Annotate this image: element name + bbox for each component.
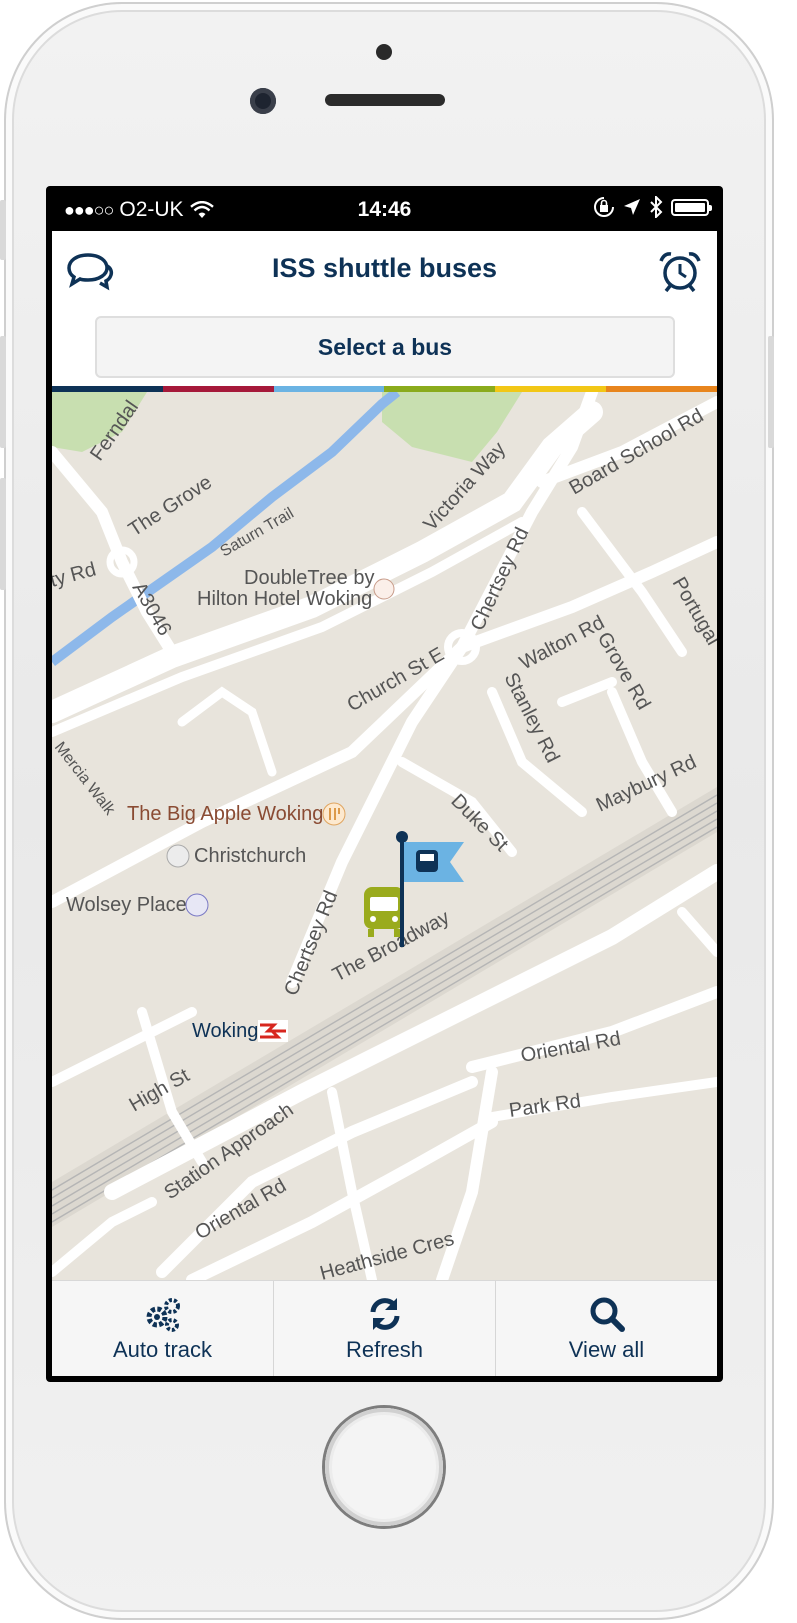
rotation-lock-icon <box>594 197 614 217</box>
map-view[interactable]: Ferndal The Grove Saturn Trail Victoria … <box>52 392 717 1280</box>
refresh-button[interactable]: Refresh <box>274 1281 496 1376</box>
auto-track-button[interactable]: Auto track <box>52 1281 274 1376</box>
view-all-button[interactable]: View all <box>496 1281 717 1376</box>
map-label: Hilton Hotel Woking <box>197 588 372 610</box>
gears-icon <box>146 1298 180 1332</box>
map-label: The Big Apple Woking <box>127 803 323 825</box>
refresh-icon <box>370 1298 399 1330</box>
refresh-label: Refresh <box>345 1337 424 1362</box>
page-title: ISS shuttle buses <box>271 253 498 283</box>
map-label: Christchurch <box>194 845 306 867</box>
bluetooth-icon <box>650 196 663 218</box>
app-screen: ISS shuttle buses Select a bus Ferndal T… <box>52 231 717 1376</box>
train-station-icon <box>258 1020 288 1042</box>
screen: ●●●○○ O2-UK 14:46 ISS shuttle buses Sele… <box>46 186 723 1382</box>
hotel-icon <box>373 578 395 600</box>
auto-track-label: Auto track <box>112 1337 213 1362</box>
map-canvas[interactable]: Ferndal The Grove Saturn Trail Victoria … <box>52 392 717 1280</box>
mute-switch <box>0 200 6 260</box>
earpiece-speaker <box>325 94 445 106</box>
alarm-clock-icon[interactable] <box>656 249 704 293</box>
volume-down-button <box>0 478 6 590</box>
shopping-icon <box>185 893 209 917</box>
map-label: Wolsey Place <box>66 894 187 916</box>
church-icon <box>166 844 190 868</box>
battery-icon <box>671 198 712 216</box>
location-arrow-icon <box>624 199 640 215</box>
volume-up-button <box>0 336 6 448</box>
proximity-sensor <box>376 44 392 60</box>
phone-frame: ●●●○○ O2-UK 14:46 ISS shuttle buses Sele… <box>0 0 797 1623</box>
status-icons <box>593 196 712 218</box>
restaurant-icon <box>322 802 346 826</box>
front-camera <box>250 88 276 114</box>
select-bus-button[interactable]: Select a bus <box>95 316 675 378</box>
power-button <box>768 336 774 448</box>
map-label: Woking <box>192 1020 258 1042</box>
bottom-tab-bar: Auto track Refresh View all <box>52 1280 717 1376</box>
map-label: DoubleTree by <box>244 567 374 589</box>
home-button[interactable] <box>325 1408 443 1526</box>
view-all-label: View all <box>568 1337 645 1362</box>
search-icon <box>590 1297 625 1332</box>
app-header: ISS shuttle buses <box>52 231 717 313</box>
status-bar: ●●●○○ O2-UK 14:46 <box>46 186 723 231</box>
